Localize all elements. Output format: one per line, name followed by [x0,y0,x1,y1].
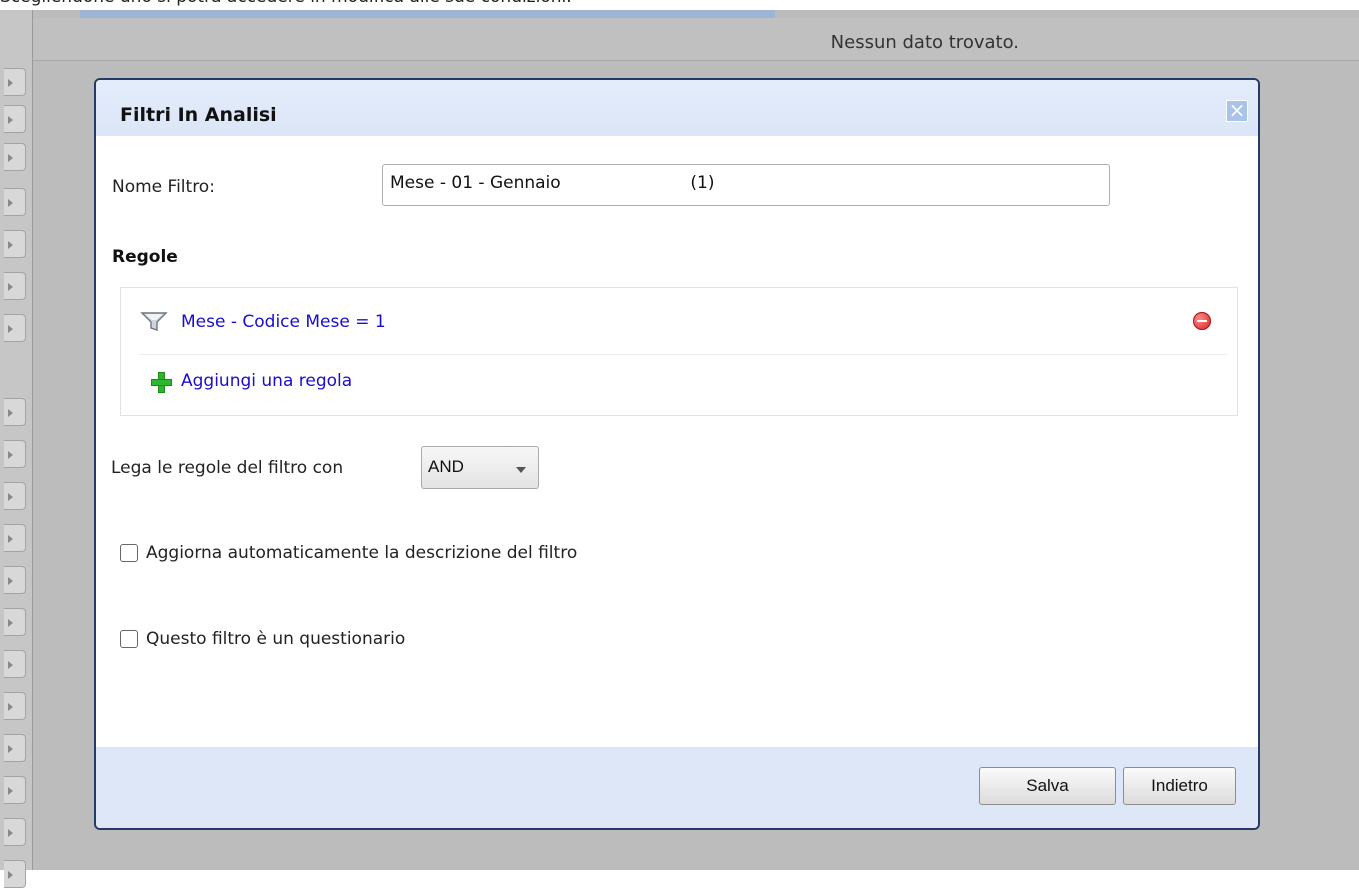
row-expand-handle[interactable] [4,734,26,762]
left-handle-column [0,10,33,888]
no-data-message: Nessun dato trovato. [830,32,1019,53]
row-expand-handle[interactable] [4,692,26,720]
table-row: Nessun dato trovato. [33,18,1359,61]
table-header-strip [80,10,775,18]
rule-link[interactable]: Mese - Codice Mese = 1 [181,312,386,332]
row-expand-handle[interactable] [4,440,26,468]
row-expand-handle[interactable] [4,143,26,171]
filter-dialog: Filtri In Analisi × Nome Filtro: Mese - … [94,78,1260,830]
close-icon[interactable]: × [1226,100,1248,122]
remove-icon[interactable] [1193,312,1211,330]
questionnaire-checkbox[interactable] [120,630,138,648]
funnel-icon [140,312,168,331]
list-item: Mese - Codice Mese = 1 [139,288,1227,355]
add-rule-link[interactable]: Aggiungi una regola [181,371,352,391]
row-expand-handle[interactable] [4,272,26,300]
questionnaire-label: Questo filtro è un questionario [146,629,406,649]
select-value: AND [428,457,464,476]
row-expand-handle[interactable] [4,608,26,636]
row-expand-handle[interactable] [4,105,26,133]
dialog-header: Filtri In Analisi × [96,80,1258,136]
auto-description-checkbox[interactable] [120,544,138,562]
dialog-footer: Salva Indietro [96,747,1258,828]
row-expand-handle[interactable] [4,398,26,426]
row-expand-handle[interactable] [4,230,26,258]
logic-operator-select[interactable]: AND [421,446,539,489]
dialog-title: Filtri In Analisi [120,104,277,126]
rules-heading: Regole [112,247,178,267]
row-expand-handle[interactable] [4,68,26,96]
back-button[interactable]: Indietro [1123,767,1236,805]
save-button[interactable]: Salva [979,767,1116,805]
row-expand-handle[interactable] [4,188,26,216]
row-expand-handle[interactable] [4,314,26,342]
chevron-down-icon [516,467,526,473]
row-expand-handle[interactable] [4,776,26,804]
row-expand-handle[interactable] [4,818,26,846]
auto-description-label: Aggiorna automaticamente la descrizione … [146,543,578,563]
page-instruction-text: Scegliendone uno si potrà accedere in mo… [0,0,572,9]
plus-icon [151,372,173,394]
filter-name-label: Nome Filtro: [112,177,215,197]
row-expand-handle[interactable] [4,650,26,678]
row-expand-handle[interactable] [4,524,26,552]
link-rules-label: Lega le regole del filtro con [111,458,344,478]
row-expand-handle[interactable] [4,566,26,594]
filter-name-input[interactable]: Mese - 01 - Gennaio (1) [382,164,1110,206]
row-expand-handle[interactable] [4,482,26,510]
rules-list: Mese - Codice Mese = 1 Aggiungi una rego… [120,287,1238,416]
row-expand-handle[interactable] [4,860,26,888]
